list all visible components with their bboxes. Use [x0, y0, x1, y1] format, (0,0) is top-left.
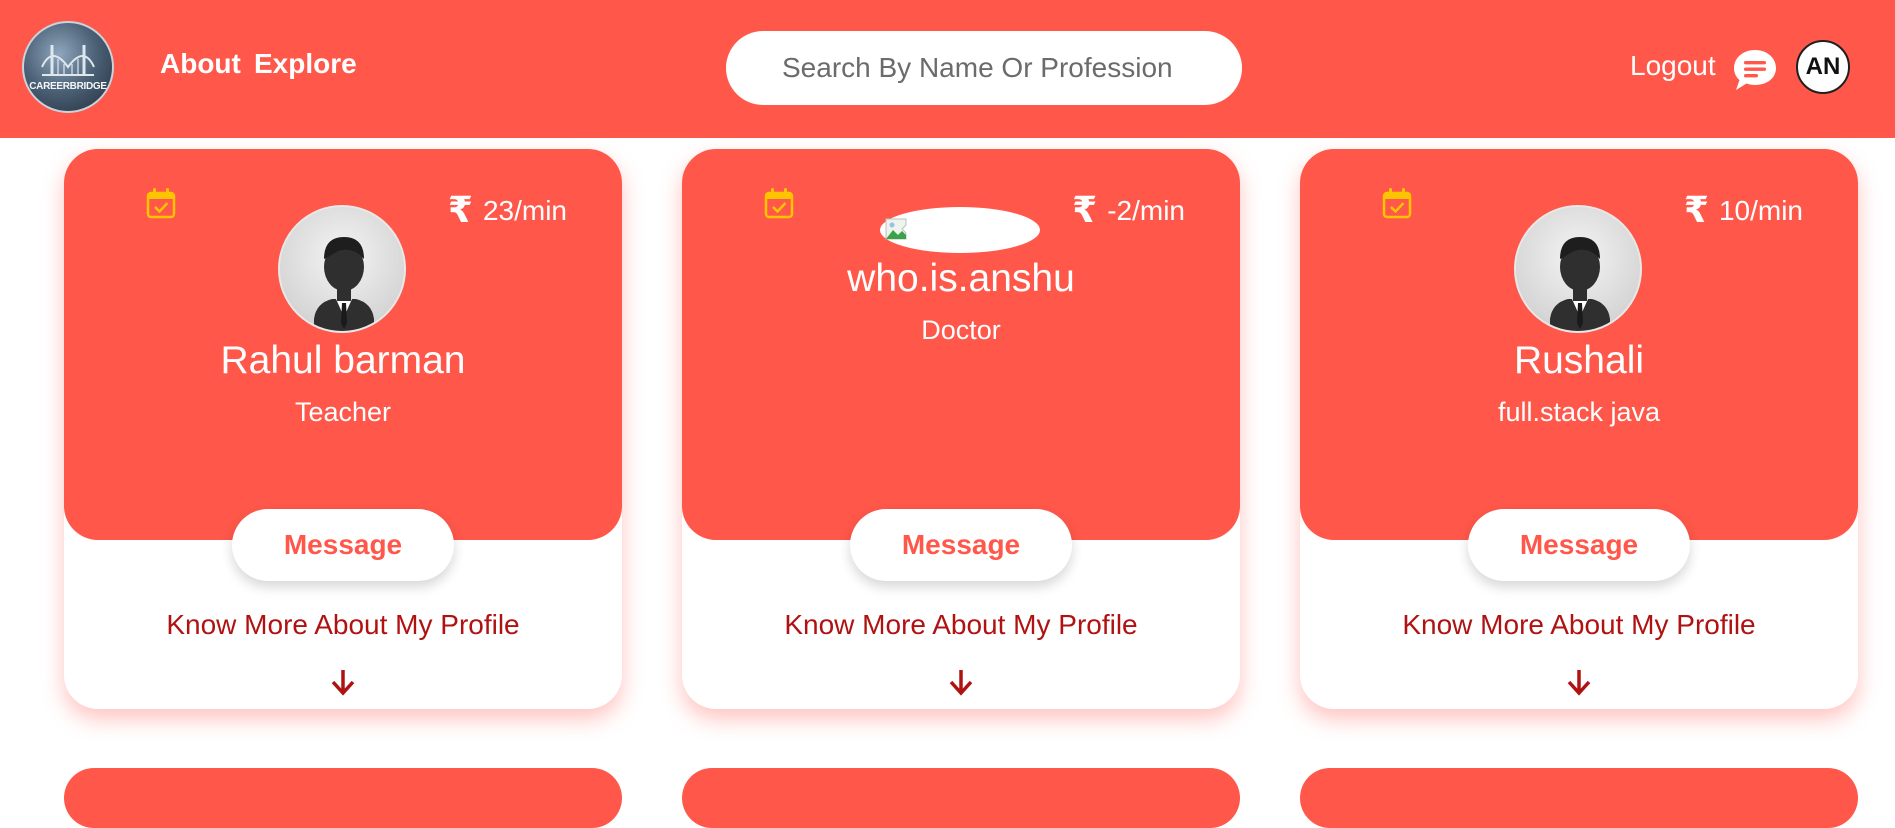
default-avatar-icon [314, 237, 374, 331]
rupee-icon: ₹ [1072, 190, 1098, 231]
calendar-check-icon[interactable] [764, 187, 794, 219]
message-button[interactable]: Message [232, 509, 454, 581]
profile-name: Rushali [1513, 339, 1645, 382]
broken-image-icon [885, 218, 907, 240]
arrow-down-icon[interactable] [946, 667, 976, 697]
top-header: CAREERBRIDGE About Explore Logout AN [0, 0, 1895, 138]
profile-profession: Teacher [294, 397, 392, 427]
logo-text: CAREERBRIDGE [29, 81, 107, 92]
profile-card-header: ₹ 10/min Rushali full.stack java [1300, 149, 1858, 540]
message-button[interactable]: Message [850, 509, 1072, 581]
rate-per-minute: ₹ 10/min [1684, 193, 1803, 229]
profile-card: ₹ -2/min who.is.anshu Doctor Message Kno… [682, 149, 1240, 709]
profile-card-header: ₹ -2/min who.is.anshu Doctor [682, 149, 1240, 540]
profile-name: who.is.anshu [847, 257, 1075, 300]
profile-profession: full.stack java [1497, 397, 1661, 427]
profile-card: ₹ 23/min Rahul barman Teacher Message Kn… [64, 149, 622, 709]
rate-value: 10/min [1718, 195, 1803, 226]
nav-about[interactable]: About [160, 48, 241, 80]
profile-card-partial [682, 768, 1240, 828]
careerbridge-logo[interactable]: CAREERBRIDGE [22, 21, 114, 113]
profile-card-partial [1300, 768, 1858, 828]
user-avatar-button[interactable]: AN [1796, 40, 1850, 94]
profile-photo [880, 207, 1040, 253]
nav-explore[interactable]: Explore [254, 48, 357, 80]
profile-photo [278, 205, 406, 333]
arrow-down-icon[interactable] [328, 667, 358, 697]
rupee-icon: ₹ [1683, 190, 1709, 231]
rate-per-minute: ₹ 23/min [448, 193, 567, 229]
rupee-icon: ₹ [447, 190, 473, 231]
rate-value: 23/min [482, 195, 567, 226]
profile-photo [1514, 205, 1642, 333]
default-avatar-icon [1550, 237, 1610, 331]
arrow-down-icon[interactable] [1564, 667, 1594, 697]
profile-card-partial [64, 768, 622, 828]
logout-link[interactable]: Logout [1630, 50, 1716, 82]
calendar-check-icon[interactable] [1382, 187, 1412, 219]
profile-profession: Doctor [921, 315, 1001, 345]
chat-bubble-icon[interactable] [1732, 48, 1778, 92]
rate-per-minute: ₹ -2/min [1072, 193, 1185, 229]
message-button[interactable]: Message [1468, 509, 1690, 581]
search-input[interactable] [726, 31, 1242, 105]
calendar-check-icon[interactable] [146, 187, 176, 219]
rate-value: -2/min [1107, 195, 1185, 226]
profile-name: Rahul barman [220, 339, 466, 382]
know-more-link[interactable]: Know More About My Profile [1300, 609, 1858, 641]
logo-bridge-icon [41, 45, 95, 76]
know-more-link[interactable]: Know More About My Profile [682, 609, 1240, 641]
profile-card-header: ₹ 23/min Rahul barman Teacher [64, 149, 622, 540]
know-more-link[interactable]: Know More About My Profile [64, 609, 622, 641]
profile-card: ₹ 10/min Rushali full.stack java Message… [1300, 149, 1858, 709]
